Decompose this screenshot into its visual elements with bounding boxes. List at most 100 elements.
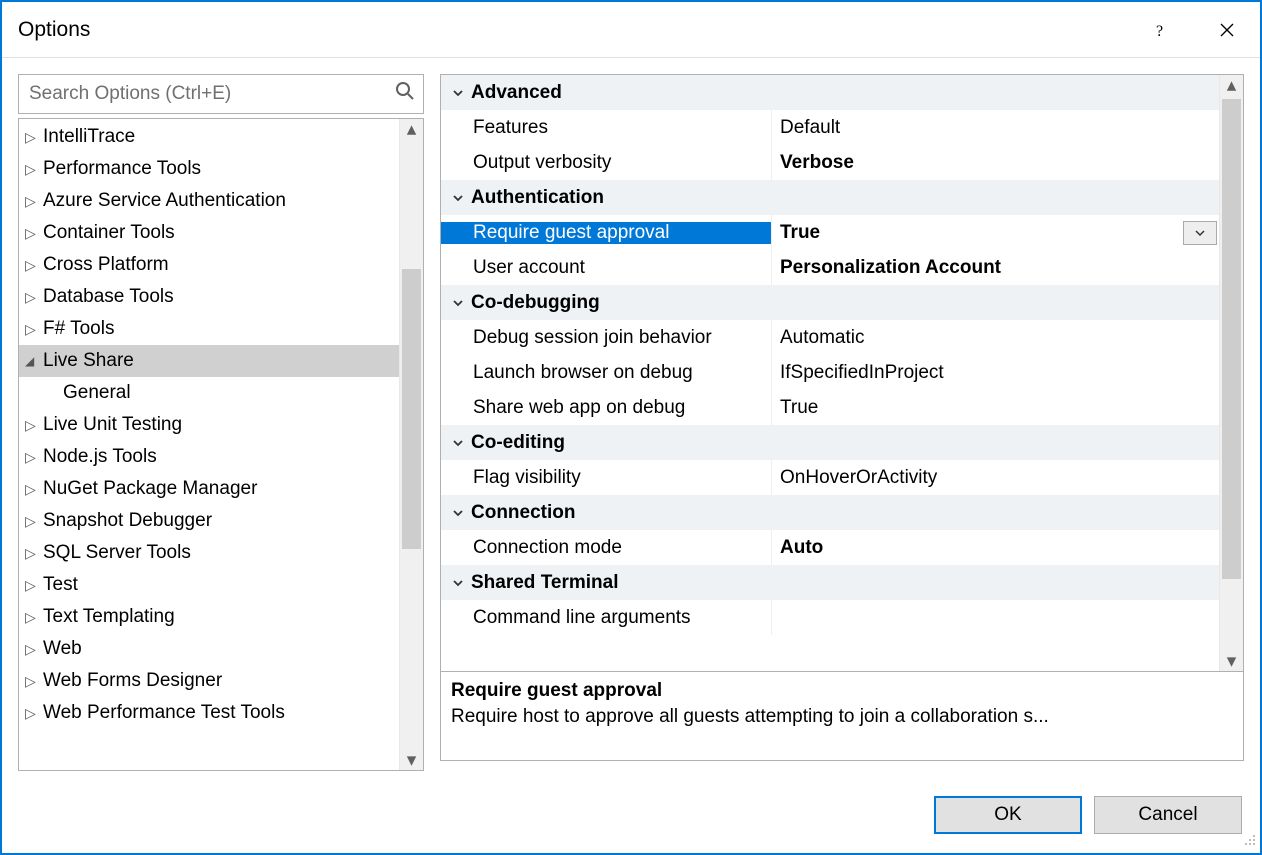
collapsed-icon[interactable]: ▷ bbox=[25, 249, 41, 281]
tree-item-label: Performance Tools bbox=[43, 153, 201, 185]
collapsed-icon[interactable]: ▷ bbox=[25, 185, 41, 217]
collapsed-icon[interactable]: ▷ bbox=[25, 153, 41, 185]
grid-property-row[interactable]: Launch browser on debugIfSpecifiedInProj… bbox=[441, 355, 1219, 390]
scroll-down-icon[interactable]: ▾ bbox=[1227, 651, 1237, 671]
grid-section-label: Advanced bbox=[471, 82, 562, 104]
collapsed-icon[interactable]: ▷ bbox=[25, 409, 41, 441]
property-value[interactable]: OnHoverOrActivity bbox=[771, 460, 1219, 495]
grid-property-row[interactable]: Output verbosityVerbose bbox=[441, 145, 1219, 180]
tree-item-label: Test bbox=[43, 569, 78, 601]
property-value[interactable]: True bbox=[771, 215, 1219, 250]
property-value[interactable]: True bbox=[771, 390, 1219, 425]
collapsed-icon[interactable]: ▷ bbox=[25, 441, 41, 473]
grid-section-header[interactable]: Connection bbox=[441, 495, 1219, 530]
tree-item[interactable]: ▷Cross Platform bbox=[19, 249, 399, 281]
grid-property-row[interactable]: Flag visibilityOnHoverOrActivity bbox=[441, 460, 1219, 495]
property-label: Output verbosity bbox=[441, 152, 771, 174]
splitter[interactable] bbox=[440, 765, 1244, 771]
tree-item[interactable]: General bbox=[19, 377, 399, 409]
tree-item[interactable]: ▷Container Tools bbox=[19, 217, 399, 249]
tree-item[interactable]: ▷Live Unit Testing bbox=[19, 409, 399, 441]
tree-item[interactable]: ▷IntelliTrace bbox=[19, 121, 399, 153]
scroll-up-icon[interactable]: ▴ bbox=[1227, 75, 1237, 95]
tree-item[interactable]: ▷Node.js Tools bbox=[19, 441, 399, 473]
expand-icon[interactable] bbox=[445, 87, 471, 99]
collapsed-icon[interactable]: ▷ bbox=[25, 217, 41, 249]
grid-property-row[interactable]: Share web app on debugTrue bbox=[441, 390, 1219, 425]
category-tree[interactable]: ▷IntelliTrace▷Performance Tools▷Azure Se… bbox=[19, 119, 399, 770]
collapsed-icon[interactable]: ▷ bbox=[25, 281, 41, 313]
tree-item[interactable]: ▷Web bbox=[19, 633, 399, 665]
scroll-up-icon[interactable]: ▴ bbox=[407, 119, 417, 139]
property-value[interactable]: Verbose bbox=[771, 145, 1219, 180]
grid-section-header[interactable]: Advanced bbox=[441, 75, 1219, 110]
property-value[interactable]: Default bbox=[771, 110, 1219, 145]
tree-scrollbar[interactable]: ▴ ▾ bbox=[399, 119, 423, 770]
tree-item[interactable]: ▷Web Performance Test Tools bbox=[19, 697, 399, 729]
grid-section-header[interactable]: Co-debugging bbox=[441, 285, 1219, 320]
tree-item[interactable]: ▷Test bbox=[19, 569, 399, 601]
search-box[interactable] bbox=[18, 74, 424, 114]
tree-item[interactable]: ▷Performance Tools bbox=[19, 153, 399, 185]
tree-item[interactable]: ◢Live Share bbox=[19, 345, 399, 377]
grid-property-row[interactable]: Connection modeAuto bbox=[441, 530, 1219, 565]
collapsed-icon[interactable]: ▷ bbox=[25, 601, 41, 633]
grid-scroll-thumb[interactable] bbox=[1222, 99, 1241, 579]
grid-scrollbar[interactable]: ▴ ▾ bbox=[1219, 75, 1243, 671]
grid-section-header[interactable]: Authentication bbox=[441, 180, 1219, 215]
tree-item-label: F# Tools bbox=[43, 313, 114, 345]
property-value[interactable] bbox=[771, 600, 1219, 635]
grid-section-label: Co-debugging bbox=[471, 292, 600, 314]
tree-item-label: Snapshot Debugger bbox=[43, 505, 212, 537]
scroll-down-icon[interactable]: ▾ bbox=[407, 750, 417, 770]
ok-button[interactable]: OK bbox=[934, 796, 1082, 834]
search-input[interactable] bbox=[27, 82, 395, 106]
property-grid[interactable]: AdvancedFeaturesDefaultOutput verbosityV… bbox=[441, 75, 1219, 671]
help-button[interactable]: ? bbox=[1128, 2, 1194, 58]
tree-item-label: Web bbox=[43, 633, 82, 665]
grid-section-label: Connection bbox=[471, 502, 576, 524]
tree-scroll-thumb[interactable] bbox=[402, 269, 421, 549]
tree-item-label: SQL Server Tools bbox=[43, 537, 191, 569]
property-value[interactable]: Personalization Account bbox=[771, 250, 1219, 285]
dropdown-button[interactable] bbox=[1183, 221, 1217, 245]
property-value[interactable]: Automatic bbox=[771, 320, 1219, 355]
collapsed-icon[interactable]: ▷ bbox=[25, 633, 41, 665]
grid-section-header[interactable]: Co-editing bbox=[441, 425, 1219, 460]
tree-item[interactable]: ▷Snapshot Debugger bbox=[19, 505, 399, 537]
expand-icon[interactable] bbox=[445, 297, 471, 309]
tree-item[interactable]: ▷F# Tools bbox=[19, 313, 399, 345]
tree-item[interactable]: ▷Database Tools bbox=[19, 281, 399, 313]
cancel-button[interactable]: Cancel bbox=[1094, 796, 1242, 834]
grid-property-row[interactable]: User accountPersonalization Account bbox=[441, 250, 1219, 285]
dialog-footer: OK Cancel bbox=[2, 787, 1260, 853]
grid-property-row[interactable]: FeaturesDefault bbox=[441, 110, 1219, 145]
collapsed-icon[interactable]: ▷ bbox=[25, 697, 41, 729]
close-button[interactable] bbox=[1194, 2, 1260, 58]
tree-item[interactable]: ▷Text Templating bbox=[19, 601, 399, 633]
tree-item[interactable]: ▷Azure Service Authentication bbox=[19, 185, 399, 217]
collapsed-icon[interactable]: ▷ bbox=[25, 473, 41, 505]
grid-property-row[interactable]: Debug session join behaviorAutomatic bbox=[441, 320, 1219, 355]
expand-icon[interactable] bbox=[445, 577, 471, 589]
property-label: Debug session join behavior bbox=[441, 327, 771, 349]
expanded-icon[interactable]: ◢ bbox=[25, 345, 41, 377]
grid-section-label: Co-editing bbox=[471, 432, 565, 454]
tree-item[interactable]: ▷SQL Server Tools bbox=[19, 537, 399, 569]
property-value[interactable]: IfSpecifiedInProject bbox=[771, 355, 1219, 390]
grid-property-row[interactable]: Require guest approvalTrue bbox=[441, 215, 1219, 250]
collapsed-icon[interactable]: ▷ bbox=[25, 121, 41, 153]
expand-icon[interactable] bbox=[445, 192, 471, 204]
tree-item[interactable]: ▷Web Forms Designer bbox=[19, 665, 399, 697]
expand-icon[interactable] bbox=[445, 507, 471, 519]
property-value[interactable]: Auto bbox=[771, 530, 1219, 565]
grid-property-row[interactable]: Command line arguments bbox=[441, 600, 1219, 635]
collapsed-icon[interactable]: ▷ bbox=[25, 569, 41, 601]
tree-item[interactable]: ▷NuGet Package Manager bbox=[19, 473, 399, 505]
collapsed-icon[interactable]: ▷ bbox=[25, 665, 41, 697]
expand-icon[interactable] bbox=[445, 437, 471, 449]
collapsed-icon[interactable]: ▷ bbox=[25, 505, 41, 537]
collapsed-icon[interactable]: ▷ bbox=[25, 537, 41, 569]
collapsed-icon[interactable]: ▷ bbox=[25, 313, 41, 345]
grid-section-header[interactable]: Shared Terminal bbox=[441, 565, 1219, 600]
